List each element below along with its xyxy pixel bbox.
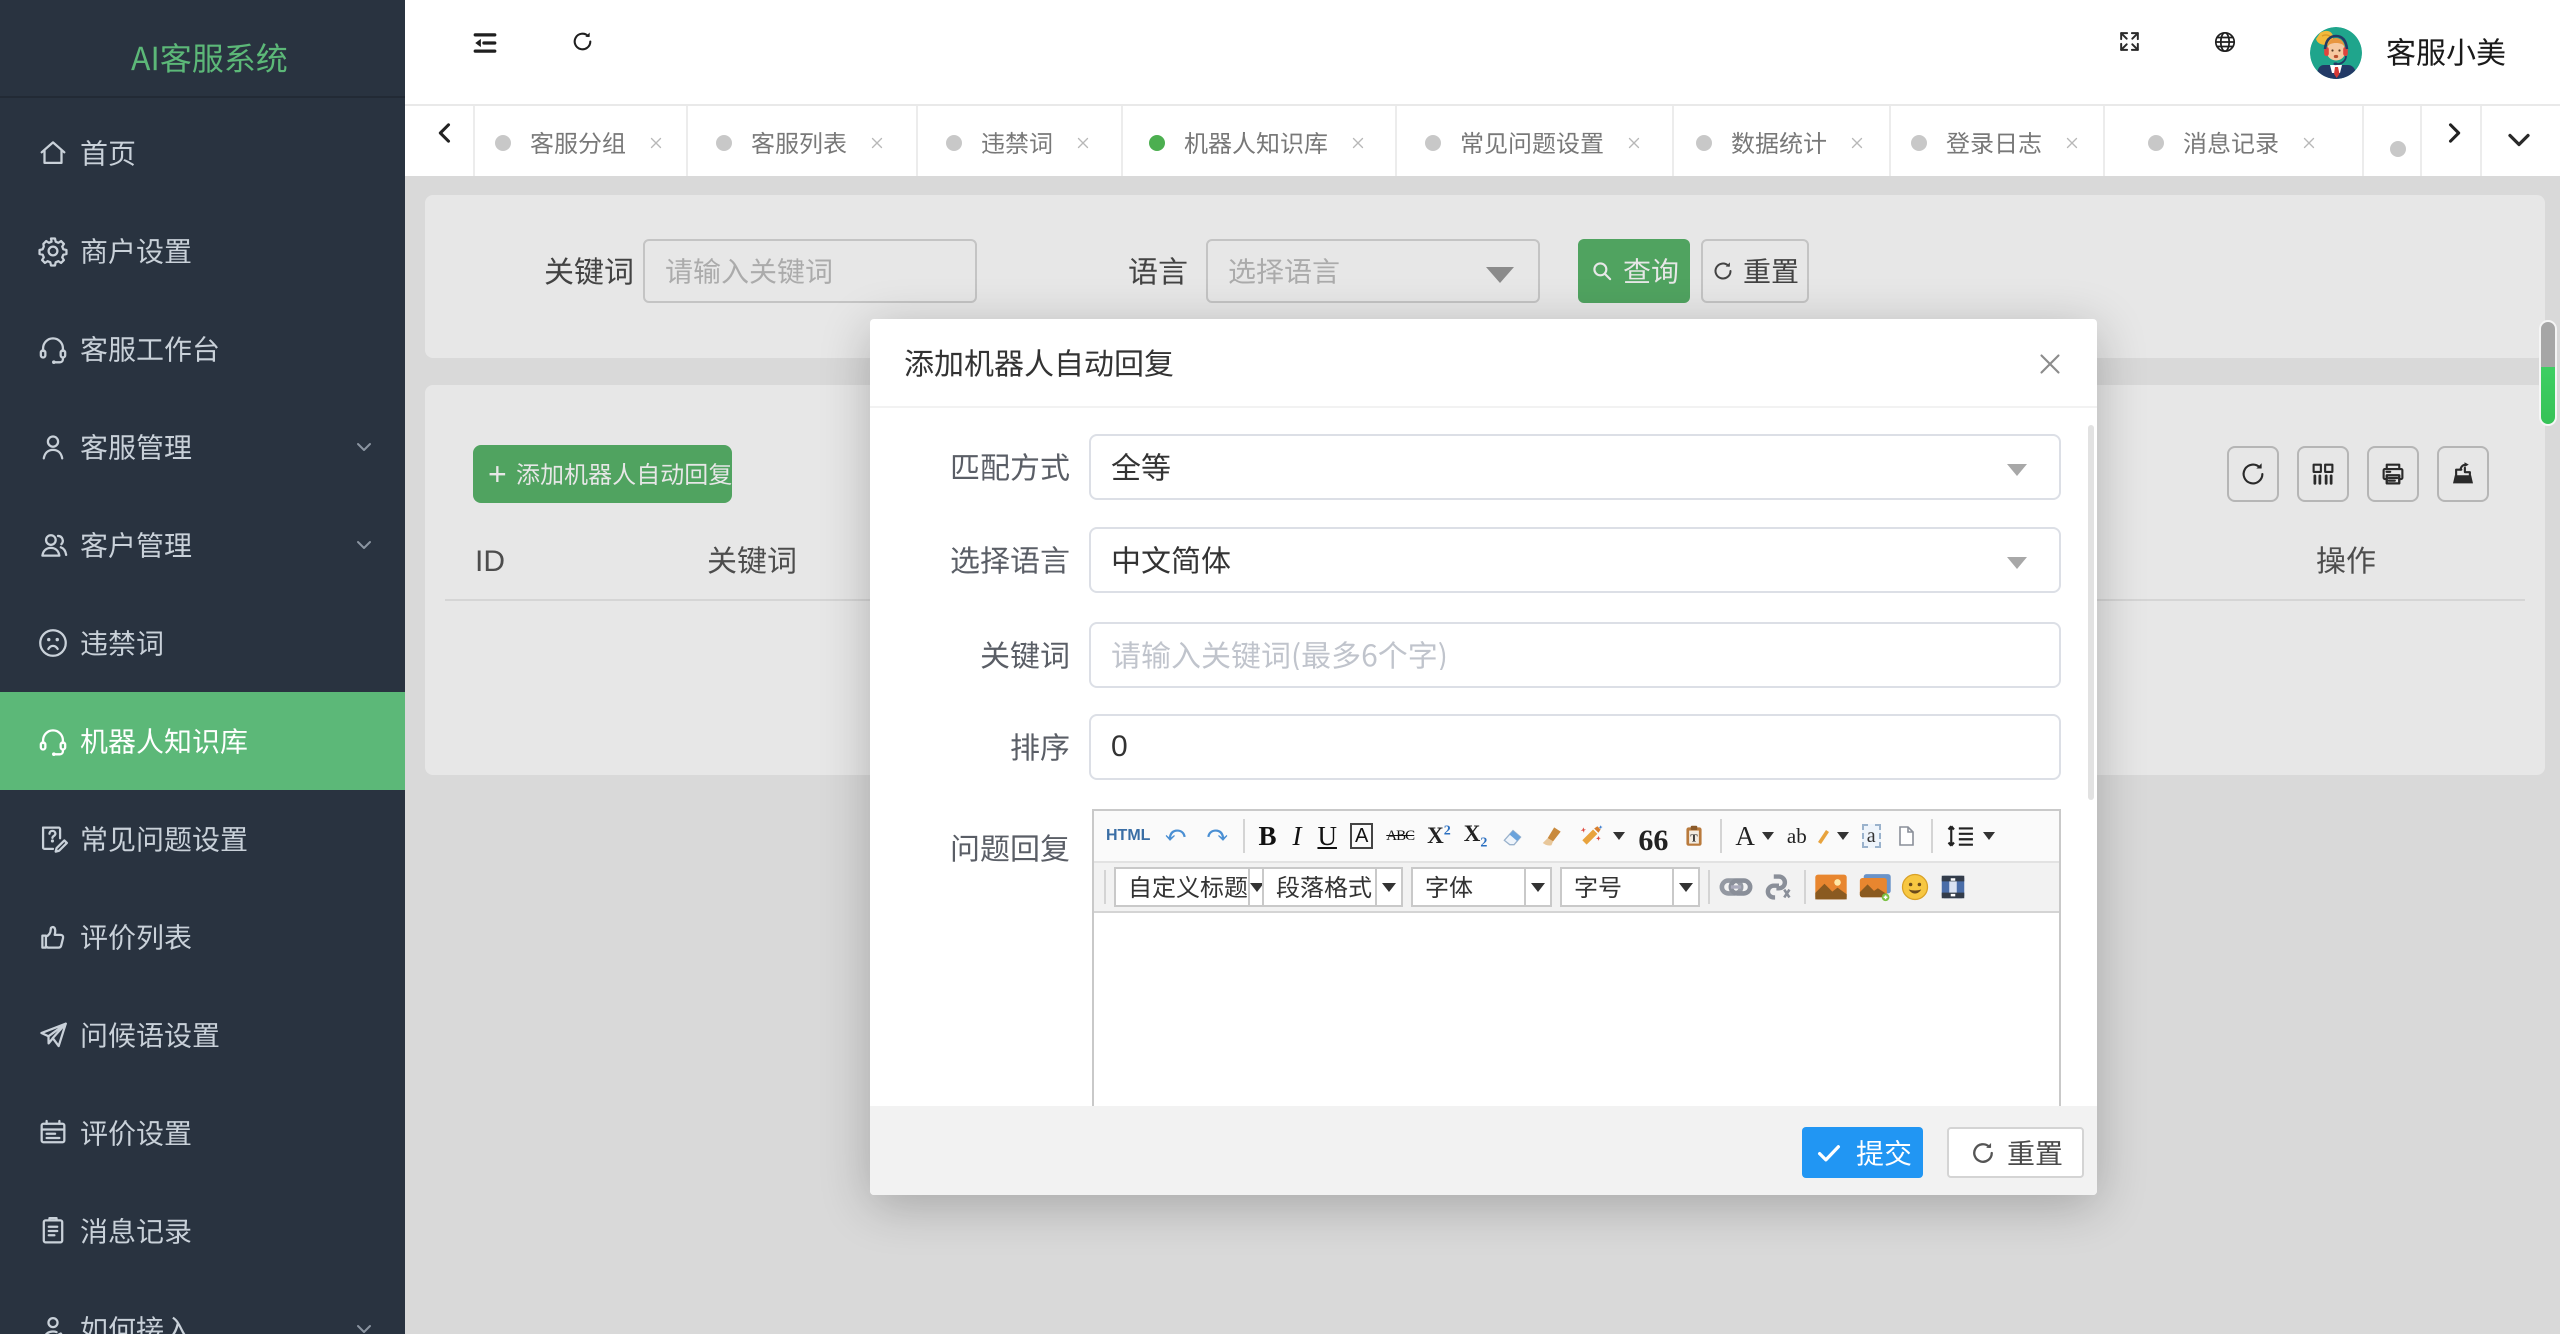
- svg-text:T: T: [1691, 832, 1699, 844]
